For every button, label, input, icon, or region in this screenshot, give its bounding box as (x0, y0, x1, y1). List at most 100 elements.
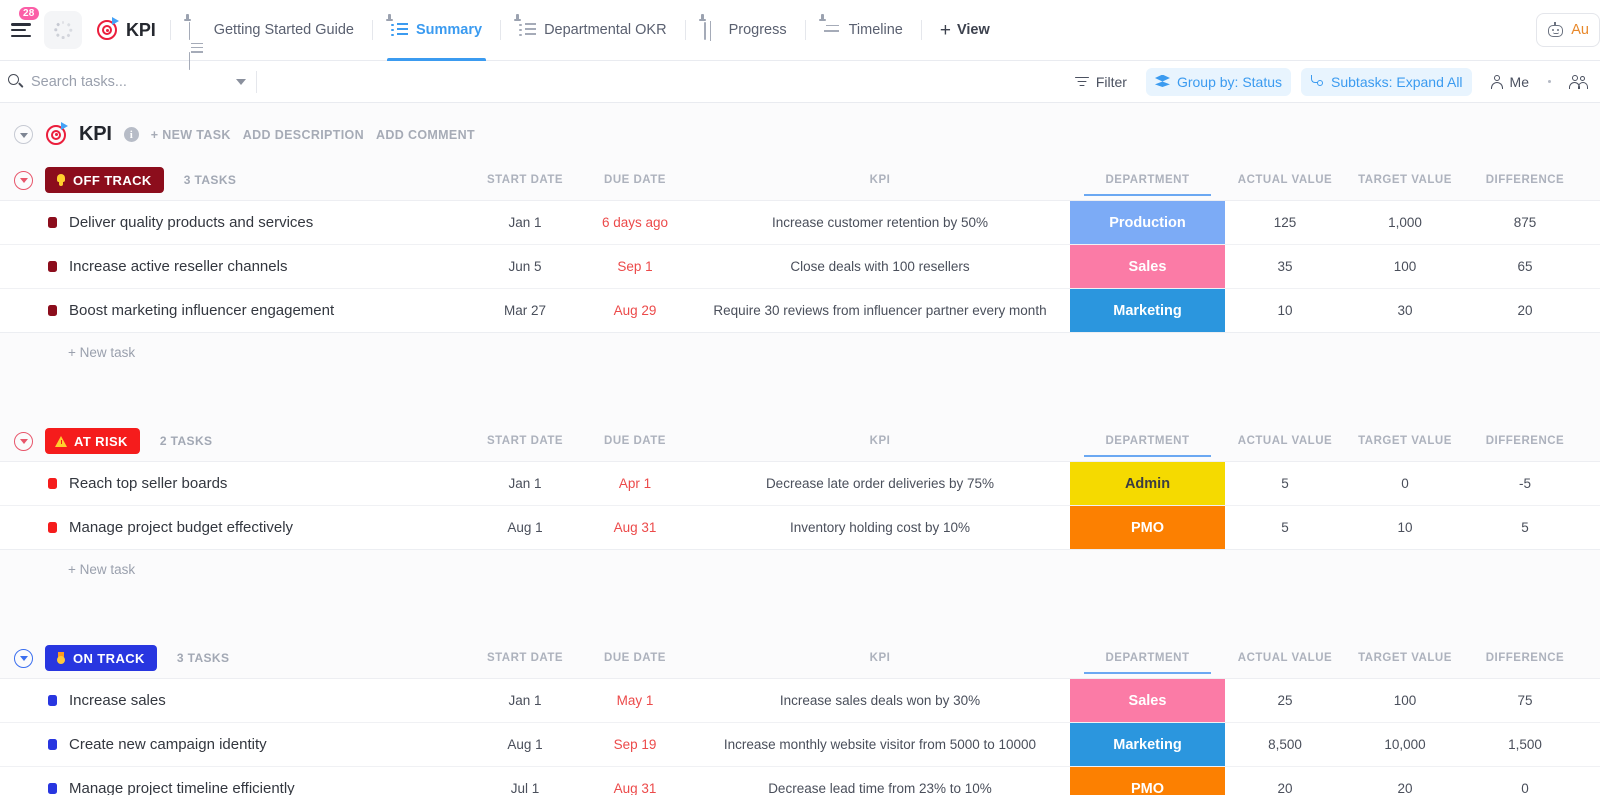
start-date-cell[interactable]: Aug 1 (470, 506, 580, 549)
info-icon[interactable]: i (124, 127, 139, 142)
tab-progress[interactable]: Progress (686, 0, 805, 60)
start-date-cell[interactable]: Jul 1 (470, 767, 580, 795)
difference-cell[interactable]: -5 (1465, 462, 1585, 505)
table-row[interactable]: Manage project budget effectivelyAug 1Au… (0, 506, 1600, 550)
due-date-cell[interactable]: May 1 (580, 679, 690, 722)
difference-cell[interactable]: 20 (1465, 289, 1585, 332)
due-date-cell[interactable]: Sep 1 (580, 245, 690, 288)
task-name-cell[interactable]: Manage project budget effectively (0, 506, 470, 549)
kpi-cell[interactable]: Increase customer retention by 50% (690, 201, 1070, 244)
status-badge[interactable]: ON TRACK (45, 645, 157, 671)
status-badge[interactable]: AT RISK (45, 428, 140, 454)
status-dot-icon[interactable] (48, 783, 57, 794)
add-new-task-row[interactable]: + New task (0, 333, 1600, 371)
difference-cell[interactable]: 0 (1465, 767, 1585, 795)
collapse-list-chevron-icon[interactable] (14, 125, 33, 144)
group-by-button[interactable]: Group by: Status (1146, 68, 1291, 96)
tab-summary[interactable]: Summary (373, 0, 500, 60)
department-cell[interactable]: Marketing (1070, 723, 1225, 766)
status-dot-icon[interactable] (48, 217, 57, 228)
kpi-cell[interactable]: Decrease late order deliveries by 75% (690, 462, 1070, 505)
list-breadcrumb[interactable]: KPI (82, 19, 170, 41)
start-date-cell[interactable]: Jan 1 (470, 201, 580, 244)
status-dot-icon[interactable] (48, 261, 57, 272)
target-value-cell[interactable]: 20 (1345, 767, 1465, 795)
actual-value-cell[interactable]: 8,500 (1225, 723, 1345, 766)
target-value-cell[interactable]: 30 (1345, 289, 1465, 332)
table-row[interactable]: Create new campaign identityAug 1Sep 19I… (0, 723, 1600, 767)
start-date-cell[interactable]: Jun 5 (470, 245, 580, 288)
kpi-cell[interactable]: Increase sales deals won by 30% (690, 679, 1070, 722)
actual-value-cell[interactable]: 10 (1225, 289, 1345, 332)
department-cell[interactable]: PMO (1070, 506, 1225, 549)
add-comment-button[interactable]: ADD COMMENT (376, 128, 475, 142)
start-date-cell[interactable]: Aug 1 (470, 723, 580, 766)
filter-button[interactable]: Filter (1066, 68, 1136, 96)
task-name-cell[interactable]: Increase active reseller channels (0, 245, 470, 288)
target-value-cell[interactable]: 0 (1345, 462, 1465, 505)
collapse-group-chevron-icon[interactable] (14, 171, 33, 190)
search-box[interactable] (6, 74, 256, 90)
add-view-button[interactable]: + View (922, 0, 1008, 60)
due-date-cell[interactable]: Aug 31 (580, 506, 690, 549)
difference-cell[interactable]: 5 (1465, 506, 1585, 549)
me-filter-button[interactable]: Me (1482, 68, 1538, 96)
status-badge[interactable]: OFF TRACK (45, 167, 164, 193)
collapse-group-chevron-icon[interactable] (14, 649, 33, 668)
task-name-cell[interactable]: Increase sales (0, 679, 470, 722)
due-date-cell[interactable]: Aug 31 (580, 767, 690, 795)
status-dot-icon[interactable] (48, 478, 57, 489)
start-date-cell[interactable]: Mar 27 (470, 289, 580, 332)
collapse-group-chevron-icon[interactable] (14, 432, 33, 451)
difference-cell[interactable]: 75 (1465, 679, 1585, 722)
table-row[interactable]: Increase salesJan 1May 1Increase sales d… (0, 679, 1600, 723)
status-dot-icon[interactable] (48, 739, 57, 750)
actual-value-cell[interactable]: 20 (1225, 767, 1345, 795)
actual-value-cell[interactable]: 125 (1225, 201, 1345, 244)
target-value-cell[interactable]: 10,000 (1345, 723, 1465, 766)
status-dot-icon[interactable] (48, 522, 57, 533)
target-value-cell[interactable]: 1,000 (1345, 201, 1465, 244)
start-date-cell[interactable]: Jan 1 (470, 679, 580, 722)
subtasks-button[interactable]: Subtasks: Expand All (1301, 68, 1472, 96)
status-dot-icon[interactable] (48, 695, 57, 706)
search-input[interactable] (31, 74, 228, 90)
assignees-button[interactable] (1561, 68, 1590, 96)
difference-cell[interactable]: 65 (1465, 245, 1585, 288)
department-cell[interactable]: Admin (1070, 462, 1225, 505)
kpi-cell[interactable]: Inventory holding cost by 10% (690, 506, 1070, 549)
department-cell[interactable]: Sales (1070, 679, 1225, 722)
table-row[interactable]: Reach top seller boardsJan 1Apr 1Decreas… (0, 462, 1600, 506)
target-value-cell[interactable]: 100 (1345, 245, 1465, 288)
start-date-cell[interactable]: Jan 1 (470, 462, 580, 505)
table-row[interactable]: Boost marketing influencer engagementMar… (0, 289, 1600, 333)
status-dot-icon[interactable] (48, 305, 57, 316)
target-value-cell[interactable]: 10 (1345, 506, 1465, 549)
new-task-button[interactable]: + NEW TASK (151, 128, 231, 142)
difference-cell[interactable]: 1,500 (1465, 723, 1585, 766)
kpi-cell[interactable]: Require 30 reviews from influencer partn… (690, 289, 1070, 332)
kpi-cell[interactable]: Increase monthly website visitor from 50… (690, 723, 1070, 766)
loading-spinner-button[interactable] (44, 11, 82, 49)
department-cell[interactable]: Marketing (1070, 289, 1225, 332)
task-name-cell[interactable]: Manage project timeline efficiently (0, 767, 470, 795)
task-name-cell[interactable]: Create new campaign identity (0, 723, 470, 766)
add-new-task-row[interactable]: + New task (0, 550, 1600, 588)
task-name-cell[interactable]: Deliver quality products and services (0, 201, 470, 244)
due-date-cell[interactable]: 6 days ago (580, 201, 690, 244)
difference-cell[interactable]: 875 (1465, 201, 1585, 244)
add-description-button[interactable]: ADD DESCRIPTION (243, 128, 364, 142)
task-name-cell[interactable]: Boost marketing influencer engagement (0, 289, 470, 332)
actual-value-cell[interactable]: 5 (1225, 462, 1345, 505)
department-cell[interactable]: Production (1070, 201, 1225, 244)
table-row[interactable]: Deliver quality products and servicesJan… (0, 201, 1600, 245)
actual-value-cell[interactable]: 25 (1225, 679, 1345, 722)
notification-badge[interactable]: 28 (18, 6, 40, 21)
department-cell[interactable]: Sales (1070, 245, 1225, 288)
due-date-cell[interactable]: Apr 1 (580, 462, 690, 505)
kpi-cell[interactable]: Decrease lead time from 23% to 10% (690, 767, 1070, 795)
actual-value-cell[interactable]: 5 (1225, 506, 1345, 549)
due-date-cell[interactable]: Aug 29 (580, 289, 690, 332)
automations-button[interactable]: Au (1536, 13, 1600, 47)
department-cell[interactable]: PMO (1070, 767, 1225, 795)
